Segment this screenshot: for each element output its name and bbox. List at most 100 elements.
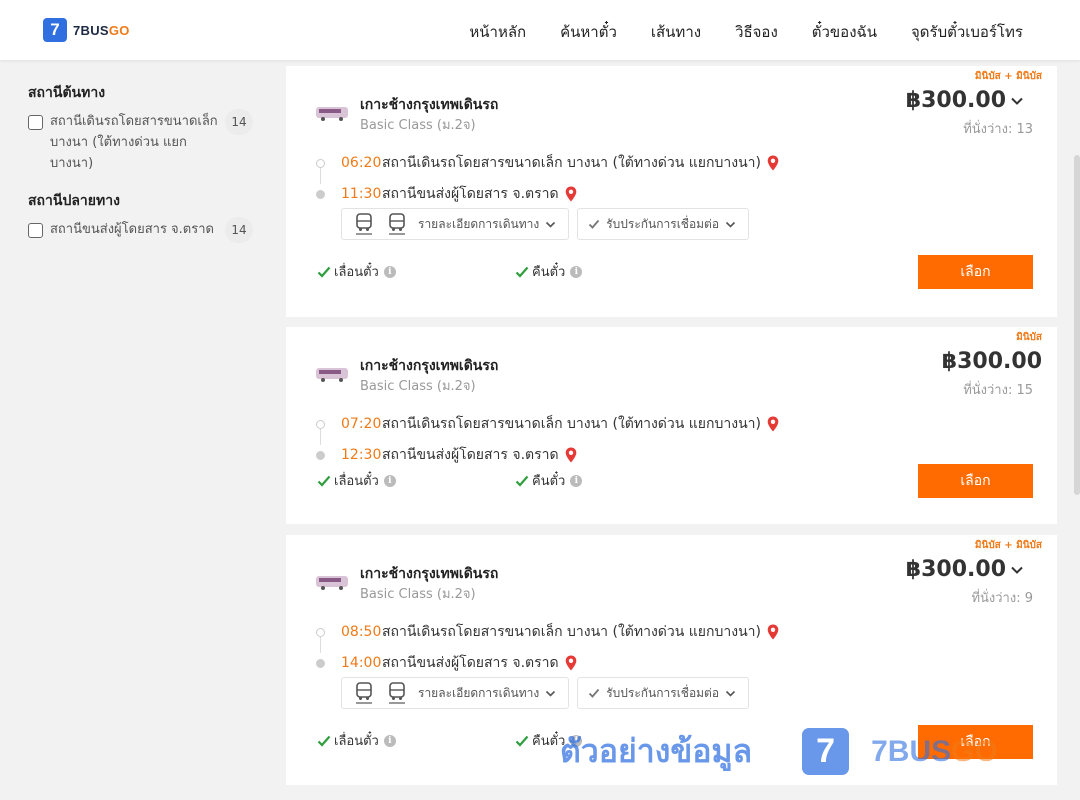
nav-how-to-book[interactable]: วิธีจอง xyxy=(735,20,778,44)
nav-search-tickets[interactable]: ค้นหาตั๋ว xyxy=(560,20,617,44)
reschedule-label: เลื่อนตั๋ว xyxy=(334,474,379,489)
dest-filter-label: สถานีขนส่งผู้โดยสาร จ.ตราด xyxy=(50,222,214,237)
site-logo[interactable]: 7 7BUSGO xyxy=(43,18,130,42)
nav-my-tickets[interactable]: ตั๋วของฉัน xyxy=(812,20,877,44)
origin-filter-title: สถานีต้นทาง xyxy=(28,85,106,101)
operator-logo-icon xyxy=(316,576,348,590)
departure-station: สถานีเดินรถโดยสารขนาดเล็ก บางนา (ใต้ทางด… xyxy=(382,624,761,640)
minibus-icon xyxy=(389,213,405,235)
map-pin-icon[interactable] xyxy=(565,186,577,202)
service-class: Basic Class (ม.2จ) xyxy=(360,118,476,133)
service-class: Basic Class (ม.2จ) xyxy=(360,587,476,602)
route-details-dropdown[interactable]: รายละเอียดการเดินทาง xyxy=(341,677,570,709)
dest-filter-title: สถานีปลายทาง xyxy=(28,193,120,209)
refund-label: คืนตั๋ว xyxy=(532,474,566,489)
minibus-icon xyxy=(389,682,405,704)
arrival-time: 14:00 xyxy=(341,655,382,671)
price-toggle[interactable]: ฿300.00 xyxy=(906,557,1024,582)
refund-policy: คืนตั๋ว i xyxy=(515,470,583,491)
departure-time: 07:20 xyxy=(341,416,382,432)
map-pin-icon[interactable] xyxy=(565,447,577,463)
seats-available: ที่นั่งว่าง: 15 xyxy=(963,383,1033,398)
arrival-stop: 14:00 สถานีขนส่งผู้โดยสาร จ.ตราด xyxy=(316,652,779,674)
departure-stop: 06:20 สถานีเดินรถโดยสารขนาดเล็ก บางนา (ใ… xyxy=(316,152,779,174)
main-nav: หน้าหลัก ค้นหาตั๋ว เส้นทาง วิธีจอง ตั๋วข… xyxy=(469,20,1023,44)
refund-policy: คืนตั๋ว i xyxy=(515,730,583,751)
trip-timeline: 08:50 สถานีเดินรถโดยสารขนาดเล็ก บางนา (ใ… xyxy=(316,621,779,683)
departure-station: สถานีเดินรถโดยสารขนาดเล็ก บางนา (ใต้ทางด… xyxy=(382,155,761,171)
refund-policy: คืนตั๋ว i xyxy=(515,261,583,282)
arrival-dot xyxy=(316,450,325,460)
route-details-label: รายละเอียดการเดินทาง xyxy=(418,216,540,231)
connection-guarantee-dropdown[interactable]: รับประกันการเชื่อมต่อ xyxy=(577,677,750,709)
nav-ticket-pickup[interactable]: จุดรับตั๋วเบอร์โทร xyxy=(911,20,1023,44)
arrival-station: สถานีขนส่งผู้โดยสาร จ.ตราด xyxy=(382,447,559,463)
arrival-dot xyxy=(316,658,325,668)
service-class: Basic Class (ม.2จ) xyxy=(360,379,476,394)
map-pin-icon[interactable] xyxy=(767,155,779,171)
refund-label: คืนตั๋ว xyxy=(532,265,566,280)
reschedule-label: เลื่อนตั๋ว xyxy=(334,265,379,280)
info-icon[interactable]: i xyxy=(383,474,396,487)
dest-filter-item[interactable]: สถานีขนส่งผู้โดยสาร จ.ตราด 14 xyxy=(28,217,260,243)
arrival-station: สถานีขนส่งผู้โดยสาร จ.ตราด xyxy=(382,655,559,671)
select-trip-button[interactable]: เลือก xyxy=(918,725,1033,759)
origin-checkbox[interactable] xyxy=(28,115,43,130)
connection-guarantee-label: รับประกันการเชื่อมต่อ xyxy=(606,685,720,700)
departure-stop: 08:50 สถานีเดินรถโดยสารขนาดเล็ก บางนา (ใ… xyxy=(316,621,779,643)
filter-sidebar: สถานีต้นทาง สถานีเดินรถโดยสารขนาดเล็ก บา… xyxy=(28,82,260,256)
departure-time: 06:20 xyxy=(341,155,382,171)
info-icon[interactable]: i xyxy=(383,734,396,747)
top-header: 7 7BUSGO หน้าหลัก ค้นหาตั๋ว เส้นทาง วิธี… xyxy=(0,0,1080,60)
info-icon[interactable]: i xyxy=(383,265,396,278)
arrival-station: สถานีขนส่งผู้โดยสาร จ.ตราด xyxy=(382,186,559,202)
trip-info-row: รายละเอียดการเดินทาง รับประกันการเชื่อมต… xyxy=(341,208,757,240)
departure-dot xyxy=(316,419,325,429)
dest-count-badge: 14 xyxy=(225,217,253,243)
trip-price: ฿300.00 xyxy=(905,557,1006,582)
check-icon xyxy=(515,735,529,747)
chevron-down-icon xyxy=(546,221,556,228)
trip-timeline: 07:20 สถานีเดินรถโดยสารขนาดเล็ก บางนา (ใ… xyxy=(316,413,779,475)
map-pin-icon[interactable] xyxy=(565,655,577,671)
logo-text-go: GO xyxy=(108,22,130,38)
check-icon xyxy=(515,475,529,487)
arrival-stop: 11:30 สถานีขนส่งผู้โดยสาร จ.ตราด xyxy=(316,183,779,205)
select-trip-button[interactable]: เลือก xyxy=(918,464,1033,498)
map-pin-icon[interactable] xyxy=(767,416,779,432)
minibus-icon xyxy=(356,213,372,235)
operator-name: เกาะช้างกรุงเทพเดินรถ xyxy=(360,358,499,374)
scrollbar-thumb[interactable] xyxy=(1074,155,1080,495)
origin-count-badge: 14 xyxy=(225,109,253,135)
check-icon xyxy=(317,735,331,747)
origin-filter-item[interactable]: สถานีเดินรถโดยสารขนาดเล็ก บางนา (ใต้ทางด… xyxy=(28,109,260,174)
vehicle-type-badge: มินิบัส xyxy=(1016,332,1042,343)
route-details-dropdown[interactable]: รายละเอียดการเดินทาง xyxy=(341,208,570,240)
reschedule-label: เลื่อนตั๋ว xyxy=(334,734,379,749)
logo-text-bus: 7BUS xyxy=(73,22,109,38)
arrival-time: 12:30 xyxy=(341,447,382,463)
reschedule-policy: เลื่อนตั๋ว i xyxy=(317,730,396,751)
map-pin-icon[interactable] xyxy=(767,624,779,640)
operator-logo-icon xyxy=(316,368,348,382)
nav-home[interactable]: หน้าหลัก xyxy=(469,20,526,44)
info-icon[interactable]: i xyxy=(570,265,583,278)
info-icon[interactable]: i xyxy=(570,474,583,487)
connection-guarantee-dropdown[interactable]: รับประกันการเชื่อมต่อ xyxy=(577,208,750,240)
check-icon xyxy=(589,688,600,698)
chevron-down-icon xyxy=(546,690,556,697)
dest-checkbox[interactable] xyxy=(28,223,43,238)
operator-name: เกาะช้างกรุงเทพเดินรถ xyxy=(360,97,499,113)
trip-card: มินิบัส + มินิบัส เกาะช้างกรุงเทพเดินรถ … xyxy=(286,66,1057,317)
trip-timeline: 06:20 สถานีเดินรถโดยสารขนาดเล็ก บางนา (ใ… xyxy=(316,152,779,214)
price-toggle[interactable]: ฿300.00 xyxy=(906,88,1024,113)
nav-routes[interactable]: เส้นทาง xyxy=(651,20,701,44)
info-icon[interactable]: i xyxy=(570,734,583,747)
check-icon xyxy=(515,266,529,278)
arrival-time: 11:30 xyxy=(341,186,382,202)
select-trip-button[interactable]: เลือก xyxy=(918,255,1033,289)
chevron-down-icon xyxy=(725,221,736,228)
vehicle-type-badge: มินิบัส + มินิบัส xyxy=(974,71,1042,82)
minibus-icon xyxy=(356,682,372,704)
origin-filter-label: สถานีเดินรถโดยสารขนาดเล็ก บางนา (ใต้ทางด… xyxy=(50,114,218,171)
